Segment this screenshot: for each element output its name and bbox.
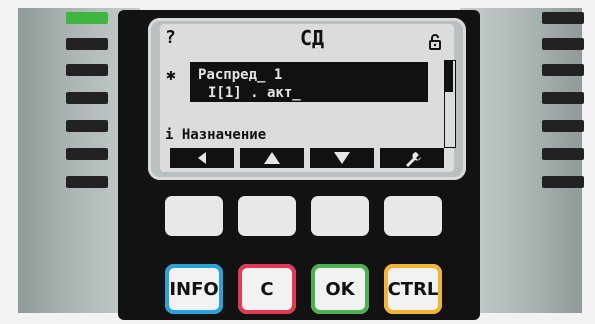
help-icon[interactable]: ? [165, 29, 176, 47]
function-key-slot-left-1[interactable] [66, 38, 108, 50]
wrench-icon [406, 152, 421, 167]
selected-item-line1: Распред_ 1 [198, 67, 283, 83]
softkey-down[interactable] [310, 148, 374, 168]
function-button-3[interactable] [311, 196, 369, 236]
ctrl-button[interactable]: CTRL [384, 264, 442, 314]
scrollbar-thumb[interactable] [445, 61, 453, 92]
softkey-up[interactable] [240, 148, 304, 168]
function-key-slot-left-6[interactable] [66, 176, 108, 188]
triangle-up-icon [264, 152, 280, 164]
function-key-slot-right-6[interactable] [542, 148, 584, 160]
c-button[interactable]: C [238, 264, 296, 314]
function-key-slot-right-3[interactable] [542, 64, 584, 76]
function-button-1[interactable] [165, 196, 223, 236]
device-front-panel: ? СД ✱ Распред_ 1 I[1] . акт_ i Назначен… [0, 0, 595, 324]
triangle-down-icon [334, 152, 350, 164]
screen-title: СД [299, 26, 325, 50]
function-key-slot-right-4[interactable] [542, 92, 584, 104]
selected-item-line2: I[1] . акт_ [208, 85, 301, 101]
ok-button-label: OK [325, 278, 355, 300]
softkey-back[interactable] [170, 148, 234, 168]
status-led [66, 12, 108, 24]
info-label: i Назначение [165, 127, 267, 143]
selected-marker-icon: ✱ [166, 65, 176, 84]
function-key-slot-left-2[interactable] [66, 64, 108, 76]
function-key-slot-left-4[interactable] [66, 120, 108, 132]
function-key-slot-right-2[interactable] [542, 38, 584, 50]
function-key-slot-right-7[interactable] [542, 176, 584, 188]
function-button-2[interactable] [238, 196, 296, 236]
triangle-left-icon [198, 152, 206, 164]
ctrl-button-label: CTRL [387, 278, 439, 300]
info-button-label: INFO [169, 278, 219, 300]
function-key-slot-left-3[interactable] [66, 92, 108, 104]
c-button-label: C [260, 278, 274, 300]
softkey-settings[interactable] [380, 148, 444, 168]
softkey-bar [170, 148, 444, 168]
info-button[interactable]: INFO [165, 264, 223, 314]
unlock-icon [429, 34, 441, 50]
function-key-slot-right-1[interactable] [542, 12, 584, 24]
function-key-slot-right-5[interactable] [542, 120, 584, 132]
ok-button[interactable]: OK [311, 264, 369, 314]
function-key-slot-left-5[interactable] [66, 148, 108, 160]
function-button-4[interactable] [384, 196, 442, 236]
